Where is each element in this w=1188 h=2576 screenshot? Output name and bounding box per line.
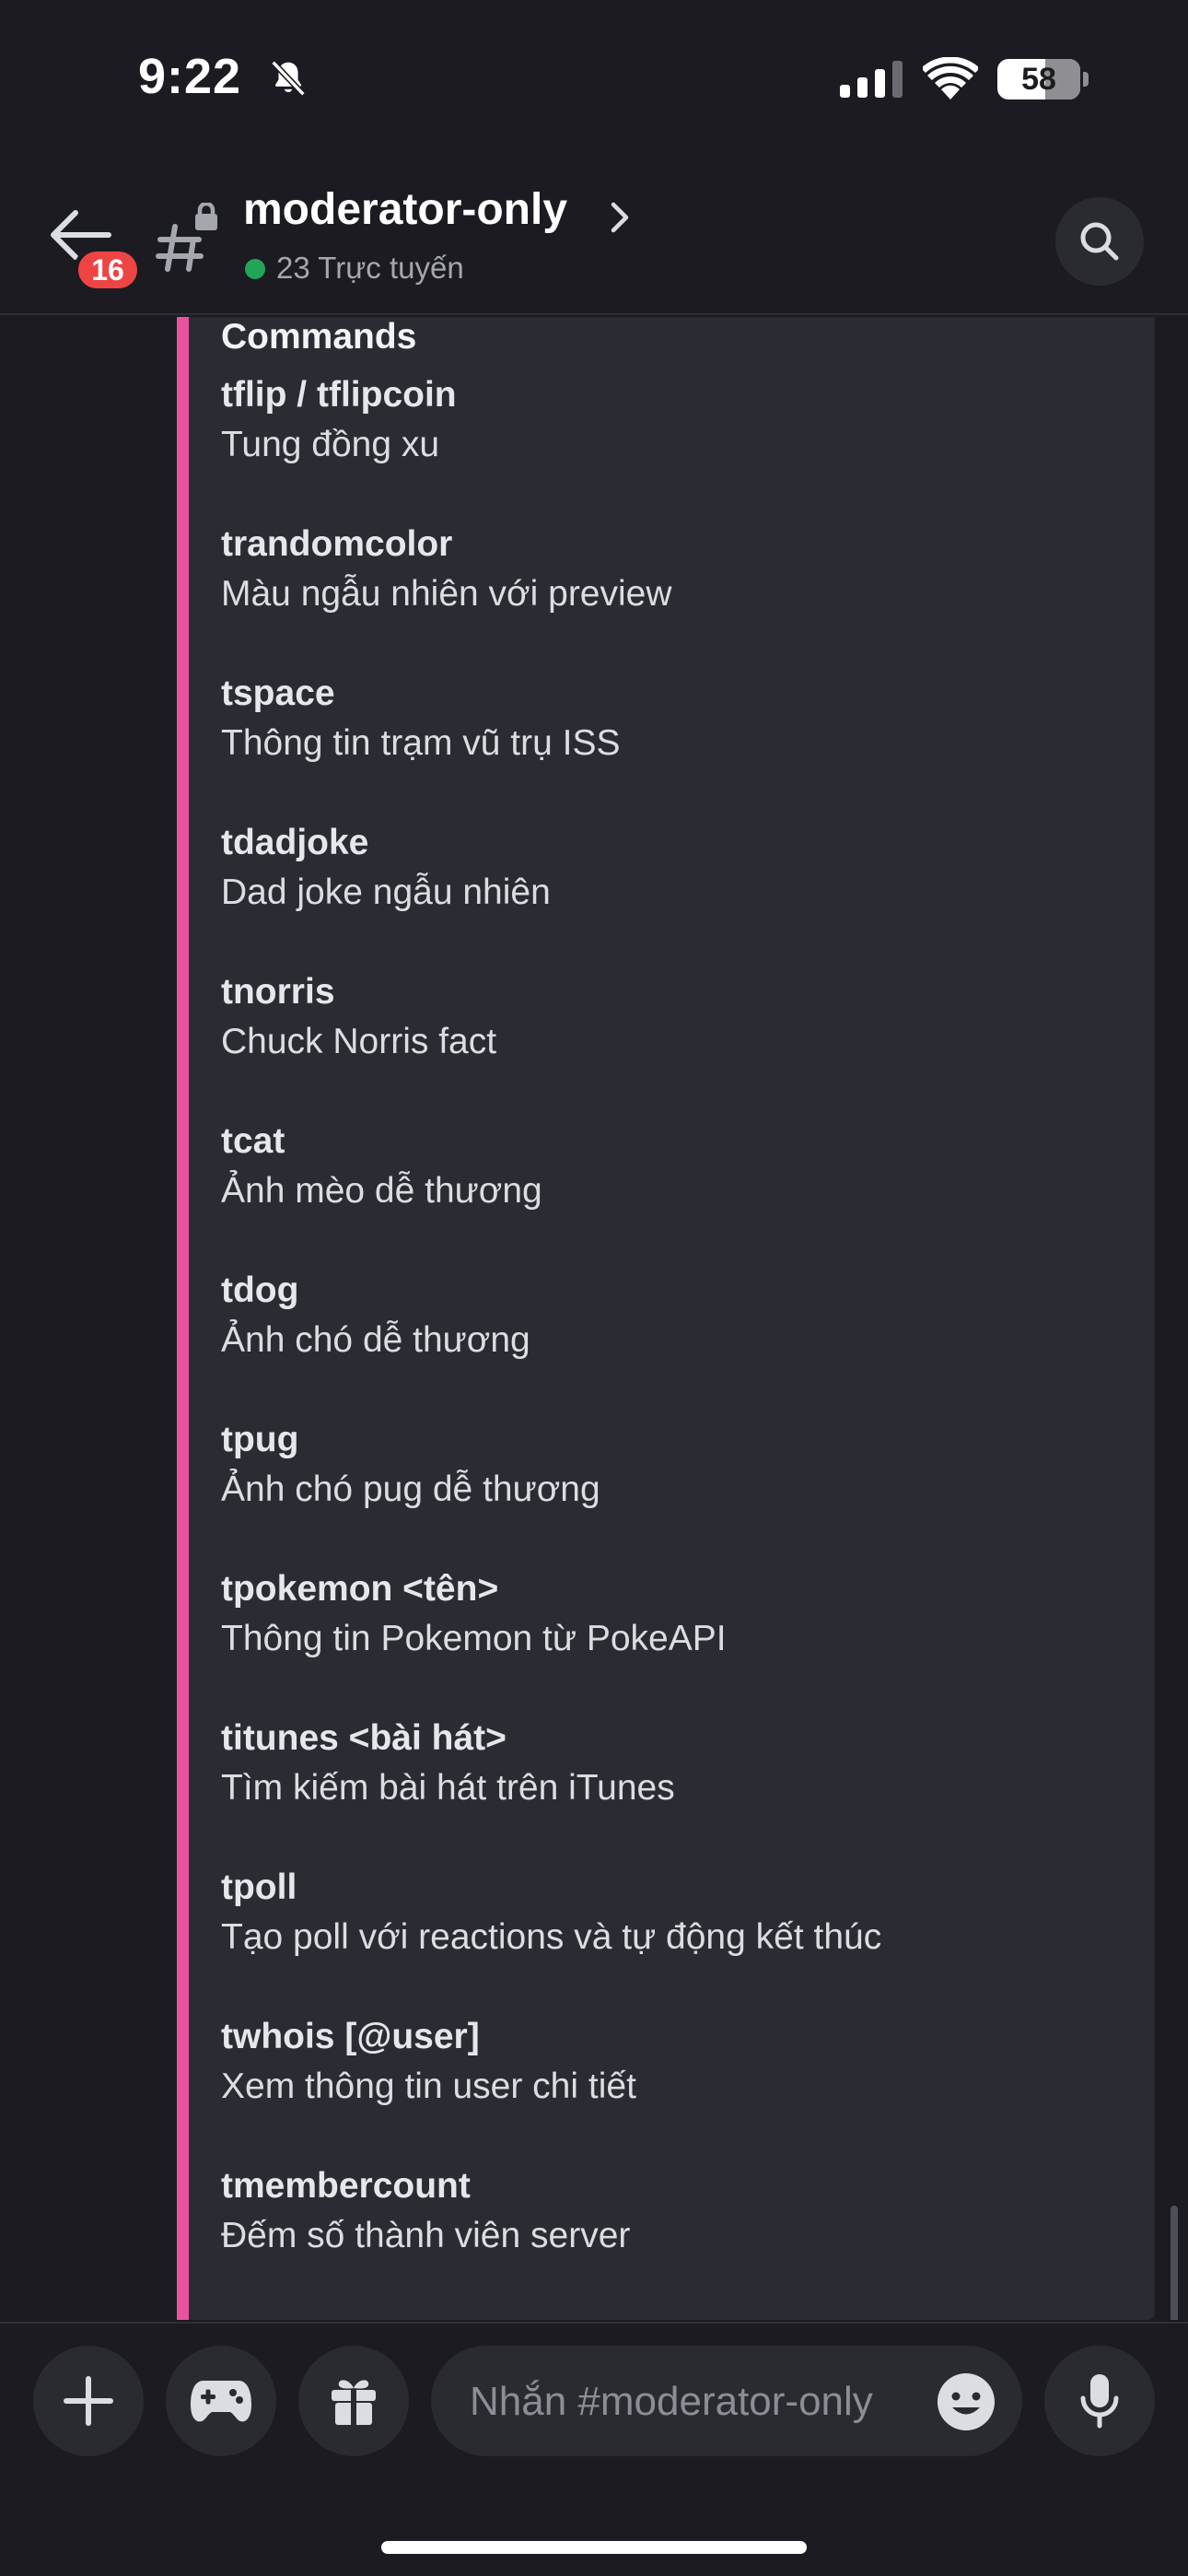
- status-time: 9:22: [138, 49, 242, 104]
- message-list[interactable]: Commands tflip / tflipcoin Tung đồng xu tr…: [0, 317, 1188, 2320]
- plus-icon: [64, 2376, 113, 2426]
- gift-icon: [332, 2380, 376, 2425]
- scrollbar[interactable]: [1171, 2206, 1178, 2320]
- battery-level-text: 58: [1021, 61, 1056, 97]
- command-name: tdadjoke: [221, 823, 369, 862]
- command-name: tpoll: [221, 1868, 297, 1907]
- gamepad-icon: [191, 2381, 251, 2422]
- command-description: Ảnh chó pug dễ thương: [221, 1469, 600, 1509]
- command-item: tpoll Tạo poll với reactions và tự động k…: [221, 1863, 1124, 1962]
- command-name: twhois [@user]: [221, 2017, 480, 2056]
- activities-button[interactable]: [166, 2346, 276, 2456]
- chevron-right-icon[interactable]: [608, 199, 632, 236]
- command-description: Thông tin trạm vũ trụ ISS: [221, 723, 621, 763]
- wifi-icon: [923, 57, 978, 100]
- online-status-dot: [245, 259, 265, 279]
- command-item: titunes <bài hát> Tìm kiếm bài hát trên i…: [221, 1714, 1124, 1813]
- command-name: tpokemon <tên>: [221, 1569, 499, 1609]
- command-description: Dad joke ngẫu nhiên: [221, 872, 551, 912]
- command-name: titunes <bài hát>: [221, 1718, 507, 1758]
- channel-header: 16 moderator-only 23 Trực tuyến: [0, 157, 1188, 315]
- command-item: twhois [@user] Xem thông tin user chi tiế…: [221, 2012, 1124, 2112]
- command-item: trandomcolor Màu ngẫu nhiên với preview: [221, 520, 1124, 619]
- command-name: trandomcolor: [221, 524, 453, 564]
- bell-slash-icon: [271, 60, 306, 97]
- command-description: Xem thông tin user chi tiết: [221, 2067, 636, 2106]
- channel-title[interactable]: moderator-only: [243, 184, 567, 235]
- command-item: tflip / tflipcoin Tung đồng xu: [221, 370, 1124, 470]
- search-button[interactable]: [1055, 197, 1144, 286]
- voice-message-button[interactable]: [1044, 2346, 1155, 2456]
- command-description: Tạo poll với reactions và tự động kết th…: [221, 1917, 882, 1957]
- command-description: Đếm số thành viên server: [221, 2216, 631, 2255]
- command-description: Ảnh chó dễ thương: [221, 1320, 530, 1360]
- message-composer: Nhắn #moderator-only: [0, 2322, 1188, 2576]
- command-name: tnorris: [221, 972, 335, 1012]
- command-name: tflip / tflipcoin: [221, 375, 457, 415]
- command-description: Thông tin Pokemon từ PokeAPI: [221, 1619, 727, 1658]
- online-count: 23 Trực tuyến: [276, 251, 464, 285]
- status-bar: 9:22 58: [0, 0, 1188, 157]
- command-item: tspace Thông tin trạm vũ trụ ISS: [221, 669, 1124, 768]
- command-name: tspace: [221, 673, 335, 713]
- discord-channel-screen: 9:22 58 16 moderator-only 23 Trực tuyến …: [0, 0, 1188, 2576]
- gift-button[interactable]: [298, 2346, 409, 2456]
- message-input[interactable]: Nhắn #moderator-only: [431, 2346, 1022, 2456]
- command-description: Ảnh mèo dễ thương: [221, 1171, 542, 1211]
- command-item: tcat Ảnh mèo dễ thương: [221, 1117, 1124, 1216]
- search-icon: [1080, 222, 1119, 261]
- add-attachment-button[interactable]: [33, 2346, 144, 2456]
- command-name: tpug: [221, 1420, 299, 1459]
- embed-field-title: Commands: [221, 317, 417, 357]
- unread-badge: 16: [74, 247, 142, 293]
- emoji-icon[interactable]: [936, 2371, 996, 2432]
- command-name: tmembercount: [221, 2166, 471, 2206]
- battery-icon: 58: [997, 59, 1080, 100]
- command-item: tdog Ảnh chó dễ thương: [221, 1266, 1124, 1365]
- message-input-placeholder: Nhắn #moderator-only: [470, 2379, 873, 2424]
- command-description: Chuck Norris fact: [221, 1022, 497, 1061]
- command-description: Màu ngẫu nhiên với preview: [221, 574, 672, 614]
- microphone-icon: [1080, 2374, 1119, 2429]
- locked-hash-icon: [156, 203, 217, 272]
- command-item: tmembercount Đếm số thành viên server: [221, 2161, 1124, 2261]
- command-item: tpug Ảnh chó pug dễ thương: [221, 1415, 1124, 1515]
- command-description: Tìm kiếm bài hát trên iTunes: [221, 1768, 675, 1808]
- command-item: tpokemon <tên> Thông tin Pokemon từ PokeA…: [221, 1564, 1124, 1664]
- command-name: tcat: [221, 1121, 285, 1161]
- command-item: tdadjoke Dad joke ngẫu nhiên: [221, 818, 1124, 918]
- command-name: tdog: [221, 1270, 299, 1310]
- signal-icon: [840, 61, 903, 98]
- battery-nub: [1083, 72, 1089, 87]
- command-item: tnorris Chuck Norris fact: [221, 967, 1124, 1067]
- command-description: Tung đồng xu: [221, 425, 440, 464]
- home-indicator[interactable]: [381, 2541, 807, 2554]
